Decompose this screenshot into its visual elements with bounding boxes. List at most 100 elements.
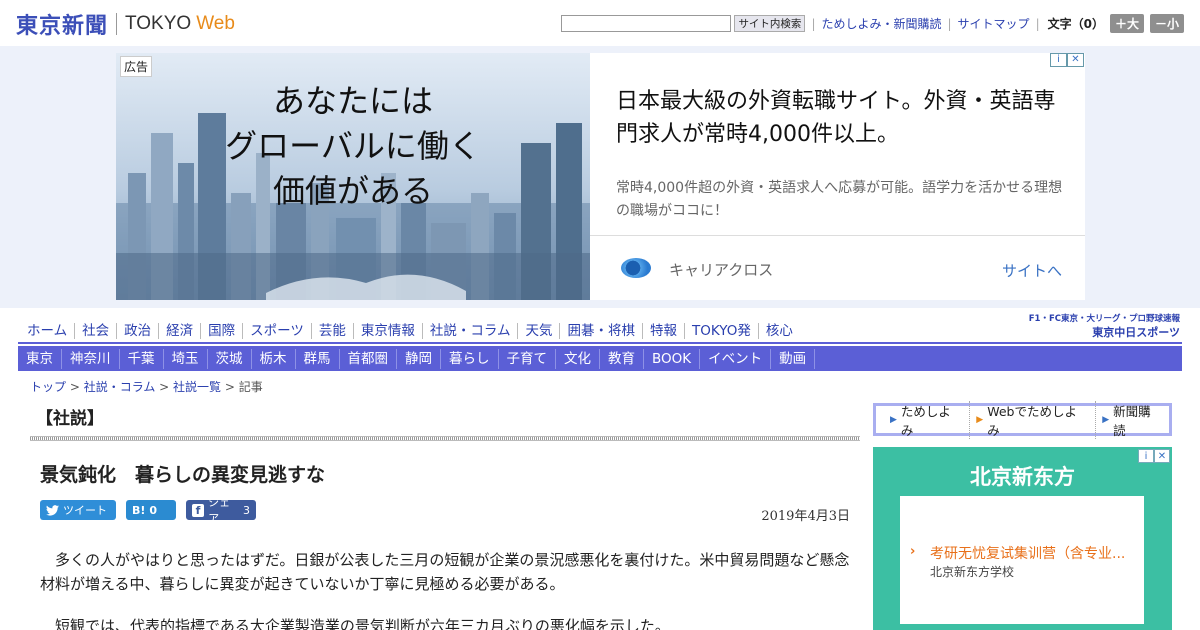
nav-item-economy[interactable]: 経済 xyxy=(159,323,202,339)
facebook-share-count: 3 xyxy=(243,503,250,517)
ad-image-headline: あなたには グローバルに働く 価値がある xyxy=(116,79,590,214)
header-separator: | xyxy=(947,16,952,31)
nav-item-editorial-column[interactable]: 社説・コラム xyxy=(423,323,519,339)
nav-item-special[interactable]: 特報 xyxy=(643,323,685,339)
site-search-input[interactable] xyxy=(561,15,732,32)
nav2-item-kosodate[interactable]: 子育て xyxy=(499,348,556,369)
sidebar-ad[interactable]: 北京新东方 i ✕ › 考研无忧复试集训营（含专业... 北京新东方学校 xyxy=(873,447,1172,630)
sidebar-link-label: 新聞購読 xyxy=(1113,403,1151,438)
sidebar-subscribe-link[interactable]: ▶ 新聞購読 xyxy=(1096,401,1169,439)
nav2-item-chiba[interactable]: 千葉 xyxy=(120,348,164,369)
nav2-item-saitama[interactable]: 埼玉 xyxy=(164,348,208,369)
nav-item-tokyo-info[interactable]: 東京情報 xyxy=(354,323,423,339)
trial-subscription-link[interactable]: ためしよみ・新聞購読 xyxy=(821,15,941,32)
share-buttons: ツイート B! 0 f シェア 3 xyxy=(40,496,256,525)
nav2-item-ibaraki[interactable]: 茨城 xyxy=(208,348,252,369)
advertiser-name[interactable]: キャリアクロス xyxy=(669,259,773,280)
sitemap-link[interactable]: サイトマップ xyxy=(958,15,1030,32)
nav2-item-shizuoka[interactable]: 静岡 xyxy=(397,348,441,369)
nav-item-sports[interactable]: スポーツ xyxy=(243,323,312,339)
chunichi-logo: 東京中日スポーツ xyxy=(1092,326,1180,339)
tweet-button[interactable]: ツイート xyxy=(40,500,116,520)
nav-rule xyxy=(18,342,1182,344)
nav2-item-tokyo[interactable]: 東京 xyxy=(18,348,62,369)
article-paragraph: 多くの人がやはりと思ったはずだ。日銀が公表した三月の短観が企業の景況感悪化を裏付… xyxy=(40,551,850,593)
primary-nav: ホーム 社会 政治 経済 国際 スポーツ 芸能 東京情報 社説・コラム 天気 囲… xyxy=(20,320,800,342)
nav-item-weather[interactable]: 天気 xyxy=(518,323,561,339)
advertiser-logo-icon[interactable] xyxy=(621,258,651,278)
nav-item-international[interactable]: 国際 xyxy=(201,323,244,339)
chunichi-sports-link[interactable]: F1・FC東京・大リーグ・プロ野球速報 東京中日スポーツ xyxy=(1026,312,1180,340)
article-paragraph: 短観では、代表的指標である大企業製造業の景気判断が六年三カ月ぶりの悪化幅を示した… xyxy=(55,617,670,630)
section-title: 【社説】 xyxy=(36,409,104,429)
nav-item-society[interactable]: 社会 xyxy=(75,323,118,339)
triangle-right-icon: ▶ xyxy=(1102,414,1110,425)
logo-en: TOKYO xyxy=(125,13,192,34)
breadcrumb-editorial-list[interactable]: 社説一覧 xyxy=(173,380,221,394)
ad-cta-link[interactable]: サイトへ xyxy=(1002,260,1062,281)
nav-item-go-shogi[interactable]: 囲碁・将棋 xyxy=(560,323,643,339)
nav2-item-video[interactable]: 動画 xyxy=(771,348,816,369)
hatena-bookmark-button[interactable]: B! 0 xyxy=(126,500,176,520)
facebook-share-label: シェア xyxy=(208,496,231,525)
ad-choices[interactable]: i ✕ xyxy=(1050,53,1084,67)
twitter-bird-icon xyxy=(46,504,59,516)
nav2-item-book[interactable]: BOOK xyxy=(644,348,701,369)
ad-headline-line: 価値がある xyxy=(272,172,433,210)
nav2-item-gunma[interactable]: 群馬 xyxy=(296,348,340,369)
sidebar-trial-link[interactable]: ▶ ためしよみ xyxy=(884,400,971,439)
chevron-right-icon: › xyxy=(910,544,916,559)
header-separator: | xyxy=(1035,16,1040,31)
facebook-icon: f xyxy=(192,503,205,517)
nav2-item-kurashi[interactable]: 暮らし xyxy=(441,348,499,369)
section-divider xyxy=(30,436,860,441)
nav-item-entertainment[interactable]: 芸能 xyxy=(312,323,354,339)
nav2-item-event[interactable]: イベント xyxy=(700,348,772,369)
site-search-button[interactable]: サイト内検索 xyxy=(734,15,806,32)
facebook-share-button[interactable]: f シェア 3 xyxy=(186,496,256,525)
ad-description[interactable]: 常時4,000件超の外資・英語求人へ応募が可能。語学力を活かせる理想の職場がココ… xyxy=(616,177,1066,223)
ad-headline-line: あなたには xyxy=(272,82,433,120)
ad-city-image[interactable]: 広告 あなたには グローバルに働く 価値がある xyxy=(116,53,590,300)
hatena-count: 0 xyxy=(149,503,158,517)
nav2-item-tochigi[interactable]: 栃木 xyxy=(252,348,296,369)
sidebar-link-label: ためしよみ xyxy=(900,403,951,438)
site-logo[interactable]: 東京新聞 TOKYO Web xyxy=(16,8,235,40)
hatena-icon: B! xyxy=(132,503,146,517)
triangle-right-icon: ▶ xyxy=(890,414,897,425)
ad-title[interactable]: 日本最大級の外資転職サイト。外資・英語専門求人が常時4,000件以上。 xyxy=(616,85,1066,151)
sidebar-ad-choices[interactable]: i ✕ xyxy=(1138,449,1170,463)
subscription-links-box: ▶ ためしよみ ▶ Webでためしよみ ▶ 新聞購読 xyxy=(873,400,1172,439)
logo-web: Web xyxy=(196,13,235,34)
ad-label: 広告 xyxy=(120,56,153,77)
nav2-item-kanagawa[interactable]: 神奈川 xyxy=(62,348,120,369)
nav-item-home[interactable]: ホーム xyxy=(20,323,76,339)
nav2-item-kyoiku[interactable]: 教育 xyxy=(600,348,644,369)
ad-close-icon[interactable]: ✕ xyxy=(1067,53,1084,67)
logo-separator xyxy=(116,13,118,35)
font-size-label: 文字（0） xyxy=(1047,17,1104,31)
breadcrumb-editorial-column[interactable]: 社説・コラム xyxy=(84,380,156,394)
article-body: 多くの人がやはりと思ったはずだ。日銀が公表した三月の短観が企業の景況感悪化を裏付… xyxy=(40,548,852,630)
ad-info-icon[interactable]: i xyxy=(1138,449,1154,463)
nav2-item-shutoken[interactable]: 首都圏 xyxy=(340,348,397,369)
nav2-item-bunka[interactable]: 文化 xyxy=(556,348,600,369)
triangle-right-icon: ▶ xyxy=(976,414,984,425)
nav-item-kakushin[interactable]: 核心 xyxy=(759,323,800,339)
font-size-down-button[interactable]: －小 xyxy=(1149,14,1184,33)
font-size-up-button[interactable]: ＋大 xyxy=(1109,14,1144,33)
nav-item-politics[interactable]: 政治 xyxy=(117,323,160,339)
chunichi-tagline: F1・FC東京・大リーグ・プロ野球速報 xyxy=(1028,314,1180,324)
sidebar-web-trial-link[interactable]: ▶ Webでためしよみ xyxy=(970,400,1097,439)
breadcrumb-current: 記事 xyxy=(238,380,263,394)
ad-banner[interactable]: 広告 あなたには グローバルに働く 価値がある 日本最大級の外資転職サイト。外資… xyxy=(116,53,1085,300)
sidebar-ad-text[interactable]: 考研无忧复试集训营（含专业... xyxy=(930,543,1140,563)
sidebar-ad-card[interactable]: › 考研无忧复试集训营（含专业... 北京新东方学校 xyxy=(900,496,1144,624)
breadcrumb-top[interactable]: トップ xyxy=(30,380,66,394)
ad-info-icon[interactable]: i xyxy=(1050,53,1067,67)
logo-jp: 東京新聞 xyxy=(16,13,109,39)
ad-close-icon[interactable]: ✕ xyxy=(1154,449,1170,463)
site-header: 東京新聞 TOKYO Web サイト内検索 | ためしよみ・新聞購読 | サイト… xyxy=(0,0,1200,46)
sidebar-ad-advertiser: 北京新东方学校 xyxy=(930,565,1015,579)
nav-item-tokyo-hatsu[interactable]: TOKYO発 xyxy=(685,323,759,339)
